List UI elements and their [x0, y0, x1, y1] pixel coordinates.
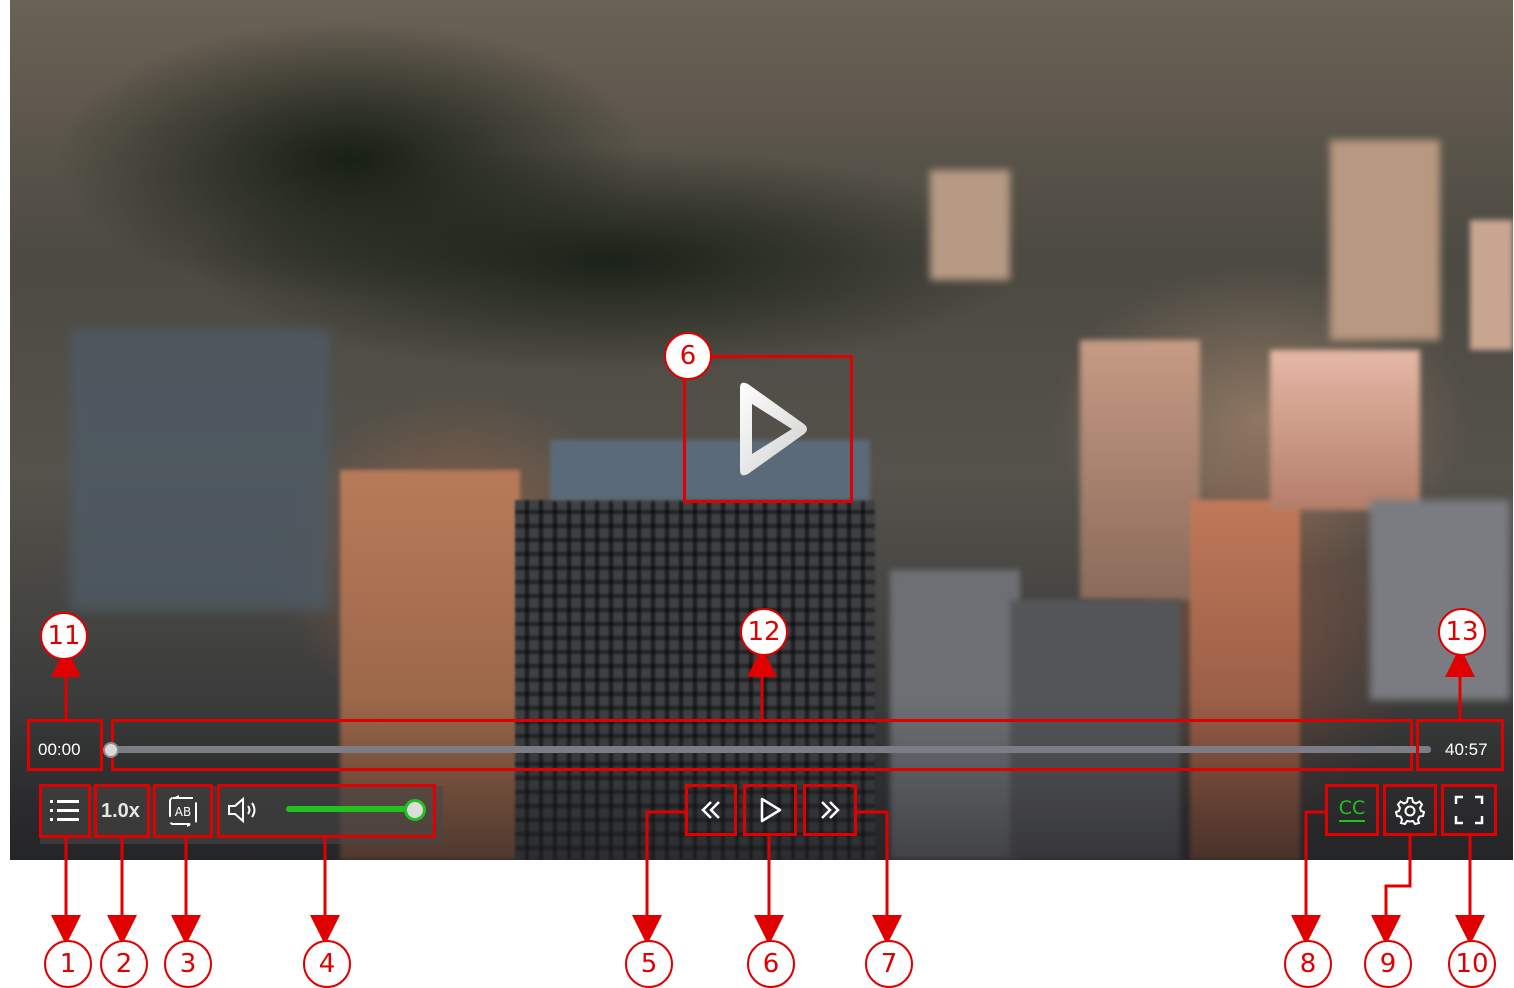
callout-badge: 10	[1448, 940, 1496, 988]
callout-badge: 13	[1438, 608, 1486, 656]
callout-badge: 11	[40, 612, 88, 660]
annotation-arrows	[51, 647, 1485, 945]
callout-badge: 12	[740, 608, 788, 656]
callout-badge: 3	[164, 940, 212, 988]
callout-badge: 1	[44, 940, 92, 988]
callout-badge: 7	[865, 940, 913, 988]
callout-badge: 6	[747, 940, 795, 988]
callout-badge: 2	[100, 940, 148, 988]
callout-badge: 8	[1284, 940, 1332, 988]
callout-badge: 6	[664, 332, 712, 380]
callout-badge: 5	[625, 940, 673, 988]
callout-badge: 4	[303, 940, 351, 988]
callout-badge: 9	[1364, 940, 1412, 988]
